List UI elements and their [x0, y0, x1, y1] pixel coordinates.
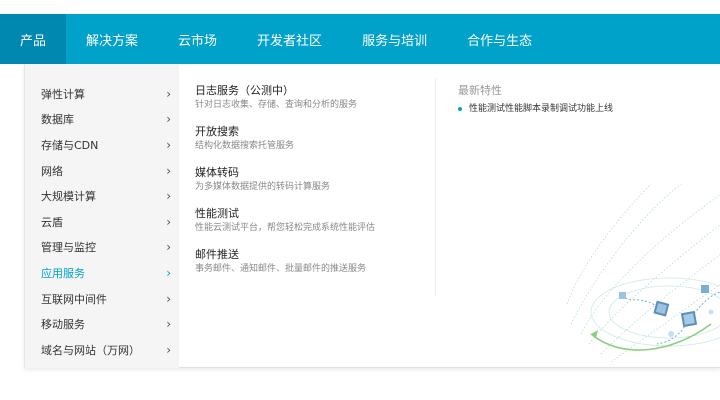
chevron-right-icon: ›	[166, 137, 171, 152]
sidebar-item-label: 网络	[41, 164, 63, 178]
service-item-open-search[interactable]: 开放搜索 结构化数据搜索托管服务	[195, 125, 445, 166]
sidebar-item-label: 大规模计算	[41, 190, 96, 204]
service-title[interactable]: 媒体转码	[195, 166, 445, 180]
service-title[interactable]: 开放搜索	[195, 125, 445, 139]
top-strip	[0, 0, 720, 14]
nav-label: 产品	[20, 33, 47, 49]
sidebar-item-label: 域名与网站（万网）	[41, 343, 140, 357]
nav-label: 服务与培训	[362, 33, 428, 49]
sidebar-item-application-services[interactable]: 应用服务 ›	[25, 260, 179, 286]
service-list: 日志服务（公测中） 针对日志收集、存储、查询和分析的服务 开放搜索 结构化数据搜…	[195, 84, 445, 289]
sidebar-item-label: 数据库	[41, 113, 74, 127]
features-heading: 最新特性	[458, 84, 502, 97]
chevron-right-icon: ›	[166, 86, 171, 101]
nav-item-developer-community[interactable]: 开发者社区	[237, 14, 342, 64]
products-dropdown-panel: 弹性计算 › 数据库 › 存储与CDN › 网络 › 大规模计算 › 云盾 › 管理与监控 ›…	[24, 64, 720, 368]
nav-label: 解决方案	[86, 33, 139, 49]
chevron-right-icon: ›	[166, 342, 171, 357]
nav-item-partners[interactable]: 合作与生态	[447, 14, 552, 64]
sidebar-item-elastic-compute[interactable]: 弹性计算 ›	[25, 81, 179, 107]
sidebar-item-large-scale-compute[interactable]: 大规模计算 ›	[25, 183, 179, 209]
service-item-email-push[interactable]: 邮件推送 事务邮件、通知邮件、批量邮件的推送服务	[195, 248, 445, 289]
sidebar-item-label: 存储与CDN	[41, 138, 99, 152]
service-title[interactable]: 性能测试	[195, 207, 445, 221]
sidebar-item-label: 云盾	[41, 215, 63, 229]
nav-label: 合作与生态	[467, 33, 533, 49]
chevron-right-icon: ›	[166, 112, 171, 127]
category-sidebar: 弹性计算 › 数据库 › 存储与CDN › 网络 › 大规模计算 › 云盾 › 管理与监控 ›…	[25, 64, 179, 368]
sidebar-item-label: 应用服务	[41, 266, 85, 280]
sidebar-item-label: 移动服务	[41, 318, 85, 332]
nav-label: 云市场	[178, 33, 218, 49]
sidebar-item-network[interactable]: 网络 ›	[25, 158, 179, 184]
chevron-right-icon: ›	[166, 240, 171, 255]
service-item-media-transcoding[interactable]: 媒体转码 为多媒体数据提供的转码计算服务	[195, 166, 445, 207]
service-description: 为多媒体数据提供的转码计算服务	[195, 182, 331, 192]
chevron-right-icon: ›	[166, 214, 171, 229]
nav-item-services-training[interactable]: 服务与培训	[342, 14, 447, 64]
service-description: 事务邮件、通知邮件、批量邮件的推送服务	[195, 264, 367, 274]
service-item-log[interactable]: 日志服务（公测中） 针对日志收集、存储、查询和分析的服务	[195, 84, 445, 125]
nav-item-marketplace[interactable]: 云市场	[158, 14, 237, 64]
sidebar-item-label: 互联网中间件	[41, 292, 107, 306]
service-title[interactable]: 日志服务（公测中）	[195, 84, 445, 98]
sidebar-item-domains-websites[interactable]: 域名与网站（万网） ›	[25, 337, 179, 363]
service-description: 结构化数据搜索托管服务	[195, 141, 295, 151]
sidebar-item-mobile-services[interactable]: 移动服务 ›	[25, 311, 179, 337]
column-divider	[435, 78, 436, 296]
sidebar-item-storage-cdn[interactable]: 存储与CDN ›	[25, 132, 179, 158]
chevron-right-icon: ›	[166, 189, 171, 204]
sidebar-item-label: 弹性计算	[41, 87, 85, 101]
sidebar-item-management-monitoring[interactable]: 管理与监控 ›	[25, 235, 179, 261]
chevron-right-icon: ›	[166, 163, 171, 178]
service-title[interactable]: 邮件推送	[195, 248, 445, 262]
feature-item[interactable]: 性能测试性能脚本录制调试功能上线	[458, 102, 698, 116]
sidebar-item-label: 管理与监控	[41, 241, 96, 255]
chevron-right-icon: ›	[166, 317, 171, 332]
latest-features: 最新特性 性能测试性能脚本录制调试功能上线	[458, 84, 698, 116]
nav-item-solutions[interactable]: 解决方案	[66, 14, 158, 64]
nav-item-products[interactable]: 产品	[0, 14, 67, 64]
feature-text[interactable]: 性能测试性能脚本录制调试功能上线	[469, 102, 613, 116]
main-navbar: 产品 解决方案 云市场 开发者社区 服务与培训 合作与生态	[0, 14, 720, 64]
sidebar-item-internet-middleware[interactable]: 互联网中间件 ›	[25, 286, 179, 312]
bullet-icon	[458, 107, 462, 111]
service-description: 性能云测试平台，帮您轻松完成系统性能评估	[195, 223, 376, 233]
chevron-right-icon: ›	[166, 291, 171, 306]
cloud-network-illustration	[566, 184, 720, 363]
chevron-right-icon: ›	[166, 265, 171, 280]
nav-label: 开发者社区	[257, 33, 323, 49]
sidebar-item-database[interactable]: 数据库 ›	[25, 107, 179, 133]
service-description: 针对日志收集、存储、查询和分析的服务	[195, 100, 358, 110]
sidebar-item-cloud-shield[interactable]: 云盾 ›	[25, 209, 179, 235]
service-item-performance-testing[interactable]: 性能测试 性能云测试平台，帮您轻松完成系统性能评估	[195, 207, 445, 248]
